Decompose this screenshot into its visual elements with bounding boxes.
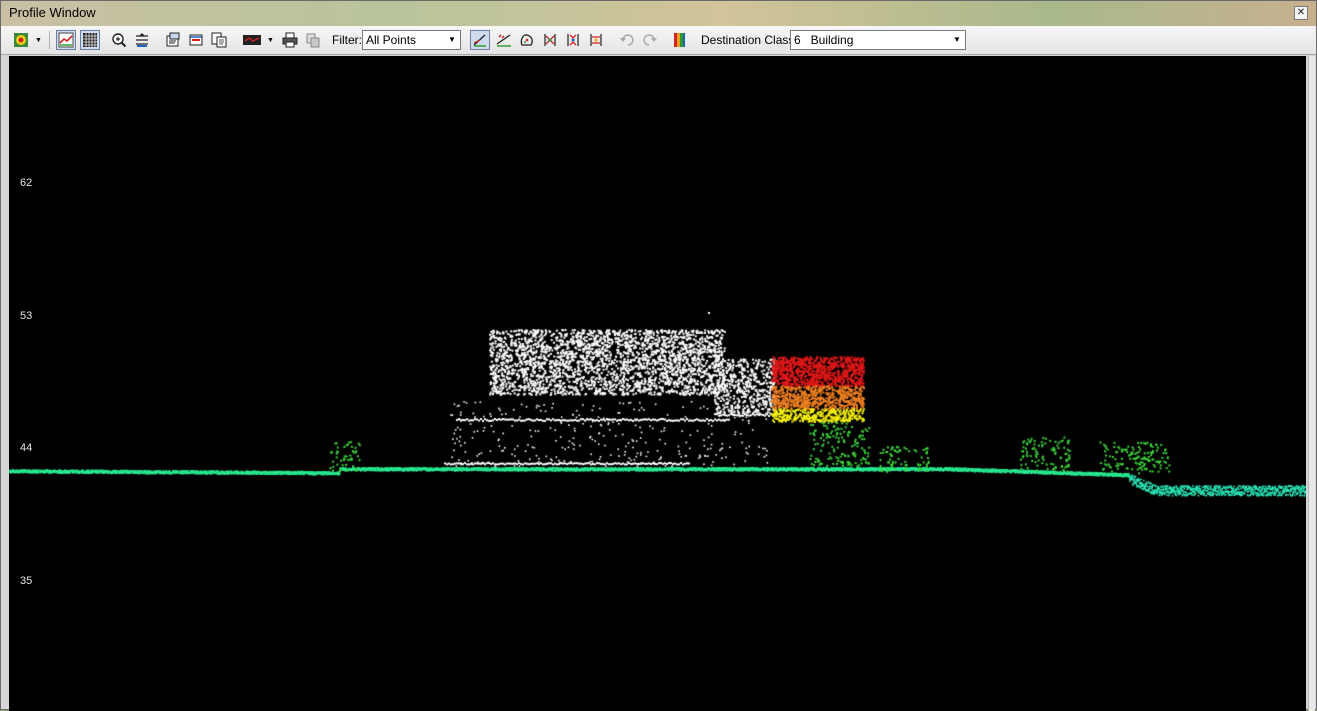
profile-view-button[interactable] bbox=[56, 30, 76, 50]
profile-view-icon bbox=[58, 32, 74, 48]
point-cloud-plot bbox=[9, 56, 1306, 711]
classify-low-icon bbox=[544, 34, 556, 46]
fit-view-icon bbox=[136, 33, 148, 47]
profile-view-canvas[interactable]: 62 53 44 35 bbox=[9, 56, 1306, 711]
chevron-down-icon: ▼ bbox=[267, 36, 274, 44]
close-button[interactable]: ✕ bbox=[1294, 6, 1308, 20]
classify-low-button[interactable] bbox=[540, 30, 560, 50]
line-style-icon bbox=[243, 35, 261, 45]
destination-class-value: 6 Building bbox=[794, 33, 854, 47]
line-style-dropdown[interactable]: ▼ bbox=[265, 30, 276, 50]
zoom-icon bbox=[112, 33, 127, 48]
undo-icon bbox=[620, 34, 634, 46]
classify-high-button[interactable] bbox=[563, 30, 583, 50]
filter-label: Filter: bbox=[332, 33, 362, 47]
freehand-fence-icon bbox=[520, 34, 533, 46]
line-style-button[interactable] bbox=[241, 30, 263, 50]
zoom-button[interactable] bbox=[109, 30, 129, 50]
profile-window: Profile Window ✕ ▼ ▼ Filter: All Points … bbox=[0, 0, 1317, 711]
properties-icon bbox=[166, 32, 180, 47]
color-by-mode-icon bbox=[14, 33, 28, 47]
freehand-fence-button[interactable] bbox=[517, 30, 537, 50]
export-icon bbox=[189, 34, 203, 46]
properties-button[interactable] bbox=[163, 30, 183, 50]
copy-icon bbox=[211, 32, 227, 48]
vertical-scrollbar[interactable] bbox=[1308, 56, 1315, 711]
color-by-mode-button[interactable] bbox=[11, 30, 31, 50]
color-mode-dropdown[interactable]: ▼ bbox=[33, 30, 44, 50]
classify-between-button[interactable] bbox=[586, 30, 606, 50]
draw-line-button[interactable] bbox=[470, 30, 490, 50]
copy-button[interactable] bbox=[209, 30, 229, 50]
grid-toggle-button[interactable] bbox=[80, 30, 100, 50]
title-bar[interactable]: Profile Window ✕ bbox=[1, 1, 1316, 26]
draw-line-icon bbox=[473, 34, 486, 47]
redo-button[interactable] bbox=[640, 30, 660, 50]
classify-high-icon bbox=[567, 34, 579, 46]
class-palette-button[interactable] bbox=[669, 30, 689, 50]
settings-icon bbox=[306, 33, 320, 48]
filter-select-value: All Points bbox=[366, 33, 417, 47]
grid-icon bbox=[83, 33, 97, 47]
destination-class-label: Destination Class: bbox=[701, 33, 798, 47]
export-button[interactable] bbox=[186, 30, 206, 50]
chevron-down-icon: ▼ bbox=[448, 35, 456, 44]
filter-select[interactable]: All Points ▼ bbox=[362, 30, 461, 50]
toolbar: ▼ ▼ Filter: All Points ▼ Destination Cla… bbox=[1, 26, 1316, 55]
print-icon bbox=[282, 32, 298, 48]
fit-view-button[interactable] bbox=[132, 30, 152, 50]
class-palette-icon bbox=[674, 33, 685, 47]
print-button[interactable] bbox=[280, 30, 300, 50]
classify-above-line-icon bbox=[496, 34, 511, 47]
window-title: Profile Window bbox=[9, 5, 96, 20]
redo-icon bbox=[643, 34, 657, 46]
toolbar-separator bbox=[49, 31, 50, 49]
destination-class-select[interactable]: 6 Building ▼ bbox=[790, 30, 966, 50]
settings-button[interactable] bbox=[303, 30, 323, 50]
chevron-down-icon: ▼ bbox=[35, 36, 42, 44]
classify-above-line-button[interactable] bbox=[494, 30, 514, 50]
chevron-down-icon: ▼ bbox=[953, 35, 961, 44]
classify-between-icon bbox=[590, 34, 602, 46]
close-icon: ✕ bbox=[1296, 7, 1306, 18]
undo-button[interactable] bbox=[617, 30, 637, 50]
